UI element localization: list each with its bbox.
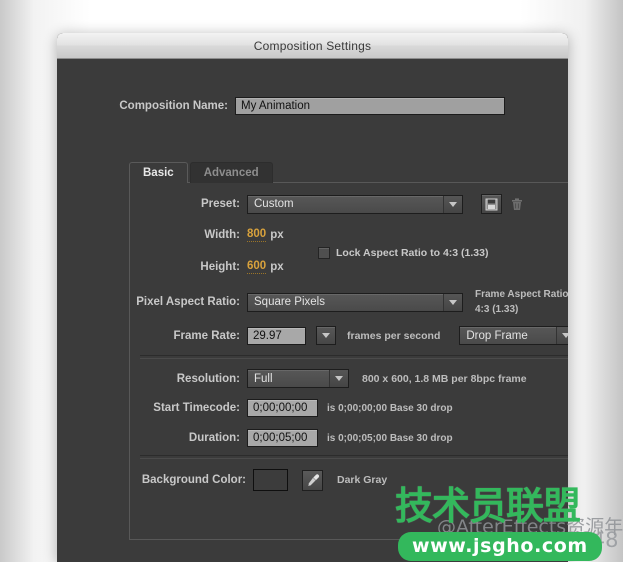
settings-tabs: Basic Advanced <box>129 162 273 183</box>
dialog-body: Composition Name: My Animation Basic Adv… <box>57 59 568 562</box>
preset-row: Preset: Custom <box>130 194 568 214</box>
height-value[interactable]: 600 <box>247 260 267 274</box>
width-row: Width: 800 px <box>130 228 568 242</box>
chevron-down-icon <box>322 333 330 338</box>
tab-advanced[interactable]: Advanced <box>189 162 273 183</box>
resolution-label: Resolution: <box>176 372 240 385</box>
eyedropper-button[interactable] <box>302 469 323 491</box>
start-timecode-label: Start Timecode: <box>153 402 240 414</box>
resolution-row: Resolution: Full 800 x 600, 1.8 MB per 8… <box>130 369 568 388</box>
dialog-title: Composition Settings <box>253 38 372 53</box>
composition-name-label: Composition Name: <box>119 100 228 112</box>
trash-icon <box>511 197 522 210</box>
drop-frame-value: Drop Frame <box>466 329 528 342</box>
delete-preset-button[interactable] <box>506 194 527 214</box>
chevron-down-icon <box>556 327 568 344</box>
chevron-down-icon <box>443 195 462 213</box>
frame-aspect-ratio-label: Frame Aspect Ratio: <box>475 289 568 300</box>
background-color-row: Background Color: Dark Gray <box>130 469 568 491</box>
width-value[interactable]: 800 <box>247 228 267 242</box>
height-label: Height: <box>200 261 240 273</box>
save-preset-icon <box>485 198 498 210</box>
background-color-label: Background Color: <box>141 474 246 486</box>
duration-info: is 0;00;05;00 Base 30 drop <box>327 432 453 444</box>
duration-label: Duration: <box>188 432 240 444</box>
start-timecode-row: Start Timecode: 0;00;00;00 is 0;00;00;00… <box>130 399 568 417</box>
width-unit: px <box>270 229 284 241</box>
pixel-aspect-ratio-dropdown[interactable]: Square Pixels <box>247 292 463 312</box>
start-timecode-input[interactable]: 0;00;00;00 <box>247 399 318 417</box>
background-color-name: Dark Gray <box>337 474 388 486</box>
pixel-aspect-ratio-row: Pixel Aspect Ratio: Square Pixels Frame … <box>130 288 568 316</box>
dialog-titlebar[interactable]: Composition Settings <box>57 33 568 59</box>
preset-label: Preset: <box>201 198 240 210</box>
lock-aspect-checkbox[interactable] <box>318 247 330 259</box>
composition-name-row: Composition Name: My Animation <box>57 97 568 115</box>
frame-rate-row: Frame Rate: 29.97 frames per second Drop… <box>130 326 568 345</box>
frame-rate-dropdown-button[interactable] <box>316 326 336 345</box>
frame-aspect-ratio-value: 4:3 (1.33) <box>475 304 519 315</box>
resolution-info: 800 x 600, 1.8 MB per 8bpc frame <box>362 372 527 385</box>
preset-value: Custom <box>254 198 294 210</box>
drop-frame-dropdown[interactable]: Drop Frame <box>459 326 568 345</box>
width-label: Width: <box>204 229 240 241</box>
frame-aspect-ratio-block: Frame Aspect Ratio: 4:3 (1.33) <box>475 288 568 316</box>
duration-input[interactable]: 0;00;05;00 <box>247 429 318 447</box>
lock-aspect-label: Lock Aspect Ratio to 4:3 (1.33) <box>336 247 489 259</box>
composition-settings-dialog: Composition Settings Composition Name: M… <box>57 33 568 562</box>
chevron-down-icon <box>329 370 348 387</box>
save-preset-button[interactable] <box>481 194 502 214</box>
lock-aspect-row: Lock Aspect Ratio to 4:3 (1.33) <box>318 247 568 259</box>
frame-rate-input[interactable]: 29.97 <box>247 326 306 345</box>
dialog-footer: Preview Cancel OK <box>57 540 568 562</box>
separator-top <box>140 355 568 359</box>
resolution-value: Full <box>254 372 273 385</box>
basic-settings-panel: Preset: Custom Width: 800 px Lock Aspect… <box>129 182 568 540</box>
chevron-down-icon <box>443 293 462 311</box>
start-timecode-info: is 0;00;00;00 Base 30 drop <box>327 402 453 414</box>
frame-rate-label: Frame Rate: <box>173 329 240 342</box>
height-unit: px <box>270 261 284 273</box>
pixel-aspect-ratio-value: Square Pixels <box>254 296 325 308</box>
pixel-aspect-ratio-label: Pixel Aspect Ratio: <box>136 296 240 308</box>
resolution-dropdown[interactable]: Full <box>247 369 349 388</box>
duration-row: Duration: 0;00;05;00 is 0;00;05;00 Base … <box>130 429 568 447</box>
tab-basic[interactable]: Basic <box>129 162 188 183</box>
eyedropper-icon <box>307 474 319 486</box>
preset-dropdown[interactable]: Custom <box>247 194 463 214</box>
frames-per-second-label: frames per second <box>347 329 441 342</box>
composition-name-input[interactable]: My Animation <box>235 97 505 115</box>
height-row: Height: 600 px <box>130 260 568 274</box>
separator-bottom <box>140 455 568 459</box>
background-color-swatch[interactable] <box>253 469 288 491</box>
